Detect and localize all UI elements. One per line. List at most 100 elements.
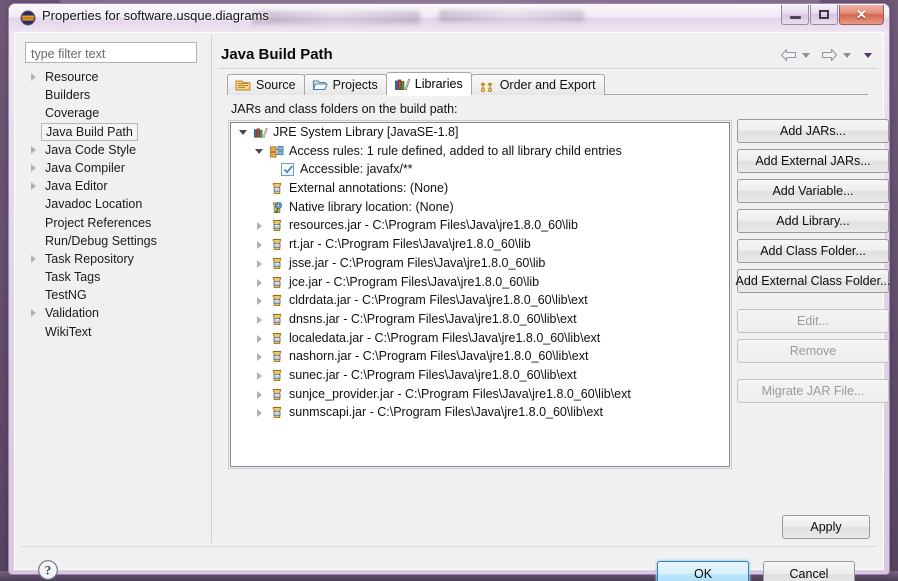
apply-button[interactable]: Apply (782, 515, 870, 539)
forward-history-chevron-down-icon[interactable] (843, 52, 851, 58)
expand-twisty-icon[interactable] (257, 353, 262, 362)
sidebar-item-task-repository[interactable]: Task Repository (21, 250, 207, 268)
cancel-button[interactable]: Cancel (763, 561, 855, 581)
tree-row[interactable]: 010 dnsns.jar - C:\Program Files\Java\jre… (231, 310, 729, 329)
tree-row[interactable]: 010 sunmscapi.jar - C:\Program Files\Java… (231, 403, 729, 422)
help-question-icon[interactable]: ? (37, 559, 59, 581)
sidebar-item-coverage[interactable]: Coverage (21, 104, 207, 122)
expand-twisty-icon[interactable] (257, 259, 262, 268)
svg-text:010: 010 (274, 299, 281, 304)
jar-icon: 010 (272, 257, 282, 269)
sidebar-item-java-build-path[interactable]: Java Build Path (21, 122, 207, 141)
screen-root: Properties for software.usque.diagrams ✕ (0, 0, 898, 581)
sidebar-item-label: Java Editor (45, 179, 108, 194)
build-path-tree[interactable]: JRE System Library [JavaSE-1.8] Access ru… (230, 122, 730, 467)
tree-row[interactable]: JRE System Library [JavaSE-1.8] (231, 123, 729, 142)
sidebar-item-label: Task Tags (45, 270, 101, 285)
add-external-jars-button[interactable]: Add External JARs... (737, 149, 889, 173)
remove-button: Remove (737, 339, 889, 363)
expand-arrow-icon[interactable] (31, 163, 36, 172)
collapse-twisty-icon[interactable] (255, 148, 263, 154)
add-external-class-folder-button[interactable]: Add External Class Folder... (736, 269, 890, 293)
tree-row-label: cldrdata.jar - C:\Program Files\Java\jre… (289, 293, 588, 308)
expand-twisty-icon[interactable] (257, 241, 262, 250)
maximize-button[interactable] (810, 5, 838, 25)
sidebar-item-project-references[interactable]: Project References (21, 214, 207, 232)
sidebar-item-builders[interactable]: Builders (21, 86, 207, 104)
sidebar-item-task-tags[interactable]: Task Tags (21, 268, 207, 286)
sidebar-item-resource[interactable]: Resource (21, 68, 207, 86)
minimize-button[interactable] (781, 5, 809, 25)
edit-button: Edit... (737, 309, 889, 333)
forward-arrow-icon[interactable] (821, 48, 838, 62)
expand-twisty-icon[interactable] (257, 297, 262, 306)
tree-row[interactable]: 010 sunec.jar - C:\Program Files\Java\jre… (231, 366, 729, 385)
title-divider (219, 68, 878, 69)
sidebar-item-wikitext[interactable]: WikiText (21, 323, 207, 341)
expand-arrow-icon[interactable] (31, 254, 36, 263)
svg-text:010: 010 (274, 374, 281, 379)
tab-label: Source (256, 78, 296, 92)
tree-row[interactable]: Native library location: (None) (231, 198, 729, 217)
dialog-client-area: ResourceBuildersCoverageJava Build PathJ… (14, 32, 890, 581)
expand-arrow-icon[interactable] (31, 73, 36, 81)
sidebar-item-javadoc-location[interactable]: Javadoc Location (21, 195, 207, 213)
tree-row[interactable]: 010 cldrdata.jar - C:\Program Files\Java\… (231, 291, 729, 310)
tab-source[interactable]: Source (227, 74, 305, 95)
sidebar-item-validation[interactable]: Validation (21, 304, 207, 322)
tree-row[interactable]: 010 jce.jar - C:\Program Files\Java\jre1.… (231, 273, 729, 292)
tree-row[interactable]: 010 resources.jar - C:\Program Files\Java… (231, 216, 729, 235)
sidebar-item-testng[interactable]: TestNG (21, 286, 207, 304)
tree-row[interactable]: 010 localedata.jar - C:\Program Files\Jav… (231, 329, 729, 348)
expand-arrow-icon[interactable] (31, 145, 36, 154)
add-library-button[interactable]: Add Library... (737, 209, 889, 233)
tree-row[interactable]: 010 rt.jar - C:\Program Files\Java\jre1.8… (231, 235, 729, 254)
tree-row-label: sunec.jar - C:\Program Files\Java\jre1.8… (289, 367, 577, 382)
sidebar-item-label: Builders (45, 88, 91, 103)
collapse-twisty-icon[interactable] (239, 130, 247, 135)
tree-row[interactable]: 010 sunjce_provider.jar - C:\Program File… (231, 385, 729, 404)
window-titlebar[interactable]: Properties for software.usque.diagrams ✕ (9, 4, 889, 31)
expand-twisty-icon[interactable] (257, 409, 262, 418)
background-window-ghost-text-2 (439, 10, 584, 22)
add-variable-button[interactable]: Add Variable... (737, 179, 889, 203)
expand-twisty-icon[interactable] (257, 315, 262, 324)
add-class-folder-button[interactable]: Add Class Folder... (737, 239, 889, 263)
filter-input-wrapper[interactable] (25, 42, 197, 63)
button-label: Edit... (797, 314, 829, 328)
tree-row-label: nashorn.jar - C:\Program Files\Java\jre1… (289, 349, 589, 364)
search-input[interactable] (31, 45, 196, 62)
expand-arrow-icon[interactable] (31, 309, 36, 318)
window-controls: ✕ (780, 5, 884, 25)
view-menu-chevron-down-icon[interactable] (864, 52, 872, 58)
sidebar-item-java-editor[interactable]: Java Editor (21, 177, 207, 195)
eclipse-icon (20, 10, 36, 26)
tab-libraries[interactable]: Libraries (385, 72, 472, 96)
tree-row[interactable]: 010 nashorn.jar - C:\Program Files\Java\j… (231, 347, 729, 366)
sidebar-item-java-code-style[interactable]: Java Code Style (21, 141, 207, 159)
tree-row[interactable]: 010 External annotations: (None) (231, 179, 729, 198)
jar-icon: 010 (272, 388, 282, 400)
back-arrow-icon[interactable] (780, 48, 797, 62)
expand-twisty-icon[interactable] (257, 278, 262, 287)
accessible-rule-checkbox[interactable] (281, 163, 294, 177)
back-history-chevron-down-icon[interactable] (802, 52, 810, 58)
sidebar-item-java-compiler[interactable]: Java Compiler (21, 159, 207, 177)
close-button[interactable]: ✕ (839, 5, 884, 25)
tree-row[interactable]: Accessible: javafx/** (231, 160, 729, 179)
jar-icon: 010 (272, 220, 282, 232)
add-jars-button[interactable]: Add JARs... (737, 119, 889, 143)
page-nav-toolbar (780, 48, 874, 62)
expand-twisty-icon[interactable] (257, 390, 262, 399)
tree-row[interactable]: 010 jsse.jar - C:\Program Files\Java\jre1… (231, 254, 729, 273)
sidebar-item-run-debug-settings[interactable]: Run/Debug Settings (21, 232, 207, 250)
ok-button[interactable]: OK (657, 561, 749, 581)
settings-category-tree[interactable]: Resource Builders Coverage Java Build Path J… (21, 68, 207, 538)
expand-twisty-icon[interactable] (257, 222, 262, 231)
tab-projects[interactable]: Projects (303, 74, 387, 95)
expand-twisty-icon[interactable] (257, 334, 262, 343)
tree-row[interactable]: Access rules: 1 rule defined, added to a… (231, 142, 729, 161)
tab-order-and-export[interactable]: Order and Export (470, 74, 605, 95)
expand-arrow-icon[interactable] (31, 182, 36, 191)
expand-twisty-icon[interactable] (257, 371, 262, 380)
